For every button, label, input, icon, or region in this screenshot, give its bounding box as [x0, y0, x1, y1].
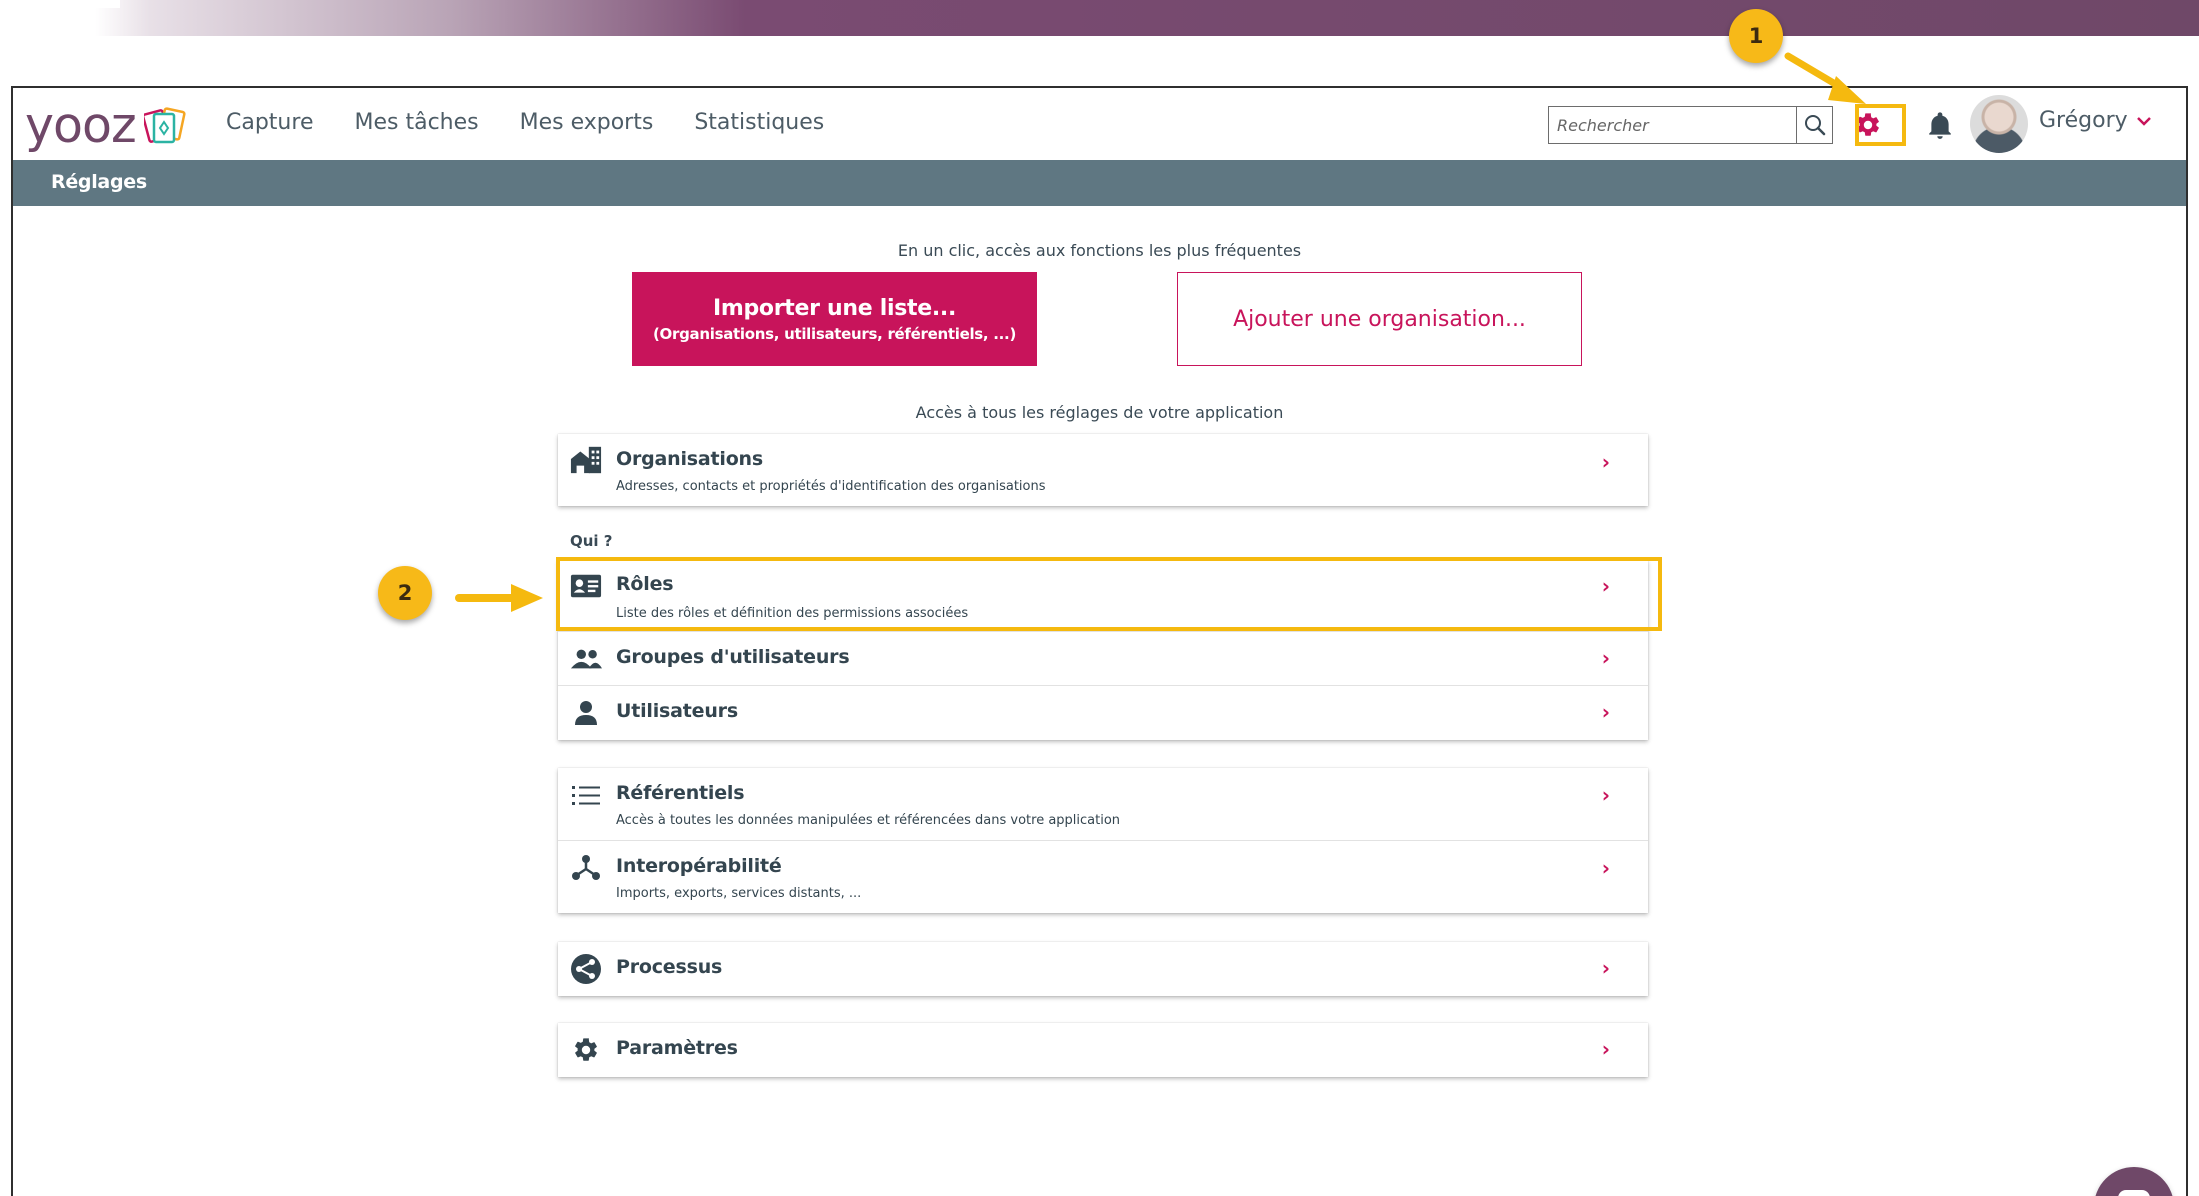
user-menu[interactable]: Grégory	[2039, 108, 2152, 133]
settings-item-processus[interactable]: Processus ›	[558, 942, 1648, 996]
settings-section-label: Accès à tous les réglages de votre appli…	[915, 403, 1284, 422]
gear-highlight-box	[1855, 104, 1906, 146]
search-input[interactable]	[1549, 107, 1797, 143]
nav-capture[interactable]: Capture	[226, 110, 313, 135]
nav-mes-exports[interactable]: Mes exports	[520, 110, 654, 135]
step-2-badge: 2	[378, 566, 432, 620]
logo-cards-icon	[141, 104, 186, 148]
interoperabilite-title: Interopérabilité	[616, 855, 782, 877]
chevron-down-icon	[2136, 116, 2151, 126]
import-list-button[interactable]: Importer une liste... (Organisations, ut…	[632, 272, 1037, 366]
arrow-to-gear-icon	[1784, 52, 1866, 104]
chevron-right-icon: ›	[1601, 956, 1610, 980]
arrow-to-roles-icon	[455, 584, 543, 612]
search-button[interactable]	[1796, 107, 1832, 143]
top-banner	[0, 0, 2199, 36]
chevron-right-icon: ›	[1601, 646, 1610, 670]
nav-mes-taches[interactable]: Mes tâches	[354, 110, 478, 135]
user-name: Grégory	[2039, 108, 2128, 133]
import-list-title: Importer une liste...	[712, 295, 957, 321]
referentiels-title: Référentiels	[616, 782, 745, 804]
settings-item-referentiels[interactable]: Référentiels Accès à toutes les données …	[558, 768, 1648, 841]
nav-statistiques[interactable]: Statistiques	[694, 110, 824, 135]
chevron-right-icon: ›	[1601, 700, 1610, 724]
chevron-right-icon: ›	[1601, 1037, 1610, 1061]
add-organisation-button[interactable]: Ajouter une organisation...	[1177, 272, 1582, 366]
subheader-bar: Réglages	[13, 160, 2186, 206]
settings-item-parametres[interactable]: Paramètres ›	[558, 1023, 1648, 1077]
processus-card: Processus ›	[558, 942, 1648, 996]
chevron-right-icon: ›	[1601, 856, 1610, 880]
chevron-right-icon: ›	[1601, 783, 1610, 807]
search-box	[1548, 106, 1833, 144]
network-icon	[570, 851, 602, 883]
bell-icon	[1929, 112, 1951, 139]
step-1-badge: 1	[1729, 9, 1783, 63]
main-nav: Capture Mes tâches Mes exports Statistiq…	[226, 110, 865, 135]
logo-text: yooz	[25, 97, 137, 154]
chevron-right-icon: ›	[1601, 450, 1610, 474]
users-title: Utilisateurs	[616, 700, 738, 722]
notifications-button[interactable]	[1927, 112, 1953, 144]
referentiels-desc: Accès à toutes les données manipulées et…	[616, 813, 1121, 828]
settings-item-users[interactable]: Utilisateurs ›	[558, 686, 1648, 740]
processus-title: Processus	[616, 956, 723, 978]
avatar[interactable]	[1970, 95, 2028, 153]
app-window: yooz Capture Mes tâches Mes exports Stat…	[11, 86, 2188, 1196]
group-icon	[570, 643, 602, 675]
list-icon	[570, 779, 602, 811]
settings-item-user-groups[interactable]: Groupes d'utilisateurs ›	[558, 632, 1648, 686]
import-list-subtitle: (Organisations, utilisateurs, référentie…	[652, 324, 1017, 343]
gear-icon	[570, 1034, 602, 1066]
page-title: Réglages	[51, 171, 147, 193]
chat-icon	[2118, 1190, 2150, 1196]
share-circle-icon	[570, 953, 602, 985]
interoperabilite-desc: Imports, exports, services distants, ...	[616, 886, 862, 901]
qui-section-label: Qui ?	[570, 532, 613, 550]
roles-highlight-box	[556, 557, 1662, 631]
parametres-title: Paramètres	[616, 1037, 738, 1059]
building-icon	[570, 444, 602, 476]
parametres-card: Paramètres ›	[558, 1023, 1648, 1077]
organisations-title: Organisations	[616, 448, 763, 470]
user-groups-title: Groupes d'utilisateurs	[616, 646, 850, 668]
organisations-desc: Adresses, contacts et propriétés d'ident…	[616, 479, 1046, 494]
yooz-logo[interactable]: yooz	[25, 98, 186, 150]
data-card: Référentiels Accès à toutes les données …	[558, 768, 1648, 913]
quick-actions-label: En un clic, accès aux fonctions les plus…	[897, 241, 1302, 260]
search-icon	[1804, 115, 1825, 136]
organisations-card: Organisations Adresses, contacts et prop…	[558, 434, 1648, 506]
settings-item-organisations[interactable]: Organisations Adresses, contacts et prop…	[558, 434, 1648, 506]
chat-launcher-button[interactable]	[2094, 1167, 2174, 1196]
person-icon	[570, 697, 602, 729]
settings-item-interoperabilite[interactable]: Interopérabilité Imports, exports, servi…	[558, 841, 1648, 913]
